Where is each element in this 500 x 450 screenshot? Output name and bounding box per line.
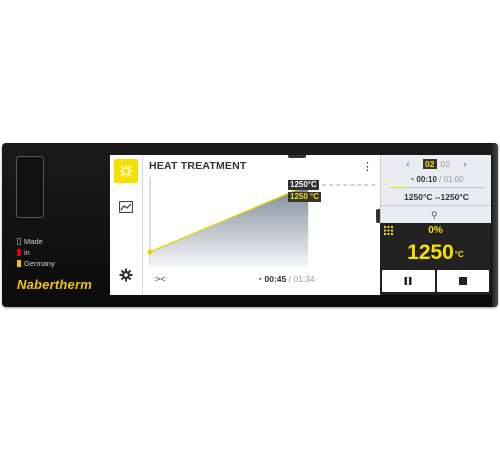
clock-icon: ◔ bbox=[257, 274, 263, 284]
legend-in: in bbox=[24, 248, 30, 257]
segment-total: 02 bbox=[440, 159, 450, 169]
heating-power: 0% bbox=[428, 225, 443, 236]
flag-gold bbox=[17, 260, 21, 267]
segment-progress-bar bbox=[389, 187, 485, 188]
pause-button[interactable] bbox=[382, 270, 435, 292]
settings-gear-icon bbox=[119, 268, 133, 282]
segment-current: 02 bbox=[423, 159, 437, 169]
current-temperature-value: 1250 bbox=[407, 241, 454, 264]
chart-icon bbox=[119, 201, 133, 213]
chart-point-start bbox=[147, 249, 153, 255]
controller-device: Made in Germany Nabertherm HEAT TREATMEN… bbox=[2, 143, 498, 307]
brand-logo: Nabertherm bbox=[17, 277, 92, 292]
segment-progress-fill bbox=[389, 187, 406, 188]
segment-selector: ‹ 02 02 › bbox=[381, 157, 491, 171]
current-temperature: 1250°C bbox=[380, 240, 491, 266]
program-controls bbox=[380, 270, 491, 295]
sidebar-item-heat[interactable] bbox=[114, 159, 138, 183]
program-elapsed: 00:45 bbox=[264, 274, 287, 284]
legend-made: Made bbox=[24, 237, 43, 246]
usb-slot bbox=[16, 156, 44, 218]
segment-temp-range: 1250°C --1250°C bbox=[404, 192, 469, 202]
segment-time-separator: / bbox=[436, 175, 444, 184]
stop-icon bbox=[458, 277, 467, 285]
pause-icon bbox=[404, 277, 412, 285]
segment-elapsed: 00:10 bbox=[416, 175, 437, 184]
main-program-view: HEAT TREATMENT ⋮ 1250°C 1250 °C >< ◔ 00:… bbox=[143, 155, 379, 295]
collapse-icon[interactable]: >< bbox=[155, 274, 166, 284]
next-segment-icon[interactable]: › bbox=[458, 159, 472, 169]
setpoint-temperature-tag: 1250°C bbox=[288, 180, 319, 190]
sidebar bbox=[110, 155, 143, 295]
segment-clock-icon: ◔ bbox=[409, 175, 415, 184]
legend-germany: Germany bbox=[24, 259, 55, 268]
segment-duration: 01:00 bbox=[443, 175, 464, 184]
device-edge bbox=[492, 143, 498, 307]
program-total: 01:34 bbox=[293, 274, 315, 284]
heat-icon bbox=[119, 164, 133, 178]
flag-black bbox=[17, 238, 21, 245]
sidebar-item-chart[interactable] bbox=[114, 195, 138, 219]
program-time: ◔ 00:45 / 01:34 bbox=[257, 274, 315, 284]
made-in-germany-legend: Made in Germany bbox=[17, 236, 55, 269]
temperature-unit: °C bbox=[454, 250, 464, 259]
flag-red bbox=[17, 249, 21, 256]
chart-fill-area bbox=[150, 185, 309, 267]
sidebar-item-settings[interactable] bbox=[114, 263, 138, 287]
fan-icon: ⚲ bbox=[431, 210, 438, 220]
actual-temperature-tag: 1250 °C bbox=[288, 192, 321, 202]
segment-time: ◔ 00:10 / 01:00 bbox=[381, 175, 491, 184]
panel-divider bbox=[381, 205, 491, 206]
stop-button[interactable] bbox=[436, 270, 489, 292]
prev-segment-icon[interactable]: ‹ bbox=[401, 159, 415, 169]
touch-screen: HEAT TREATMENT ⋮ 1250°C 1250 °C >< ◔ 00:… bbox=[110, 155, 491, 295]
